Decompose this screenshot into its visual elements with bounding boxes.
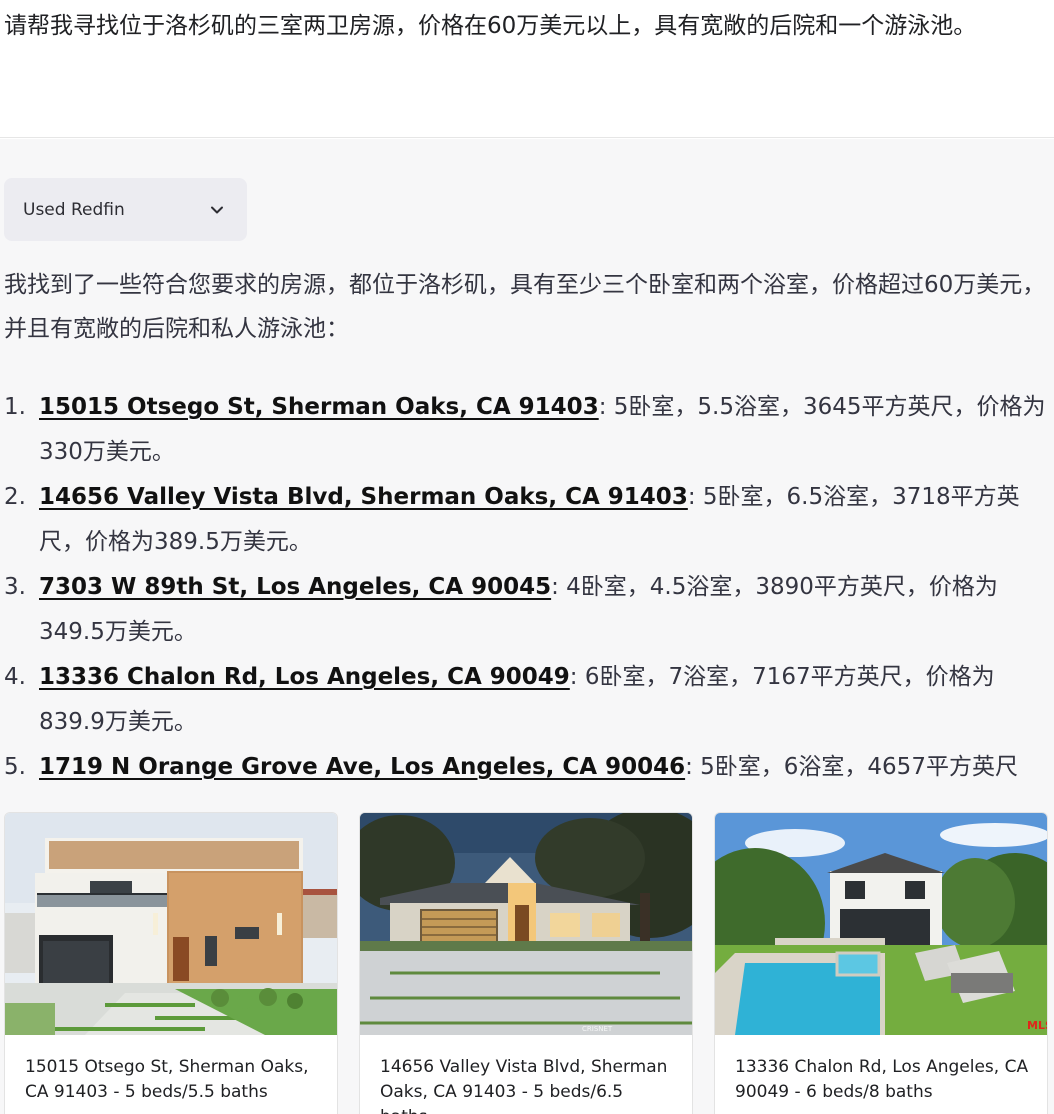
- listing-cards: 15015 Otsego St, Sherman Oaks, CA 91403 …: [4, 812, 1048, 1114]
- listing-photo: MLS: [715, 813, 1048, 1035]
- assistant-response: Used Redfin 我找到了一些符合您要求的房源，都位于洛杉矶，具有至少三个…: [0, 139, 1054, 1114]
- response-intro: 我找到了一些符合您要求的房源，都位于洛杉矶，具有至少三个卧室和两个浴室，价格超过…: [4, 272, 1046, 342]
- listing-address-link[interactable]: 7303 W 89th St, Los Angeles, CA 90045: [39, 574, 551, 600]
- list-item: 4. 13336 Chalon Rd, Los Angeles, CA 9004…: [0, 655, 1054, 745]
- list-number: 3.: [4, 574, 26, 600]
- listing-address-link[interactable]: 15015 Otsego St, Sherman Oaks, CA 91403: [39, 394, 599, 420]
- listing-caption: 13336 Chalon Rd, Los Angeles, CA 90049 -…: [735, 1057, 1029, 1102]
- list-item: 1. 15015 Otsego St, Sherman Oaks, CA 914…: [0, 385, 1054, 475]
- chevron-down-icon: [211, 206, 223, 213]
- list-item: 5. 1719 N Orange Grove Ave, Los Angeles,…: [0, 745, 1054, 790]
- list-number: 4.: [4, 664, 26, 690]
- list-item: 3. 7303 W 89th St, Los Angeles, CA 90045…: [0, 565, 1054, 655]
- tool-used-toggle[interactable]: Used Redfin: [4, 178, 247, 241]
- list-number: 5.: [4, 754, 26, 780]
- listing-card[interactable]: CRISNET 14656 Valley Vista Blvd, Sherman…: [359, 812, 693, 1114]
- listing-photo: [5, 813, 337, 1035]
- list-number: 2.: [4, 484, 26, 510]
- listing-photo: CRISNET: [360, 813, 692, 1035]
- listing-caption: 15015 Otsego St, Sherman Oaks, CA 91403 …: [25, 1057, 309, 1102]
- listing-address-link[interactable]: 1719 N Orange Grove Ave, Los Angeles, CA…: [39, 754, 685, 780]
- listing-address-link[interactable]: 13336 Chalon Rd, Los Angeles, CA 90049: [39, 664, 570, 690]
- listing-card[interactable]: 15015 Otsego St, Sherman Oaks, CA 91403 …: [4, 812, 338, 1114]
- mls-badge: MLS: [1027, 1019, 1048, 1032]
- listing-card[interactable]: MLS 13336 Chalon Rd, Los Angeles, CA 900…: [714, 812, 1048, 1114]
- photo-watermark: CRISNET: [582, 1025, 613, 1033]
- user-message: 请帮我寻找位于洛杉矶的三室两卫房源，价格在60万美元以上，具有宽敞的后院和一个游…: [0, 0, 1054, 138]
- tool-used-label: Used Redfin: [23, 199, 125, 220]
- listing-caption: 14656 Valley Vista Blvd, Sherman Oaks, C…: [380, 1057, 668, 1114]
- list-number: 1.: [4, 394, 26, 420]
- listing-results-list: 1. 15015 Otsego St, Sherman Oaks, CA 914…: [0, 385, 1054, 790]
- listing-details: : 5卧室，6浴室，4657平方英尺: [685, 754, 1018, 780]
- listing-address-link[interactable]: 14656 Valley Vista Blvd, Sherman Oaks, C…: [39, 484, 688, 510]
- list-item: 2. 14656 Valley Vista Blvd, Sherman Oaks…: [0, 475, 1054, 565]
